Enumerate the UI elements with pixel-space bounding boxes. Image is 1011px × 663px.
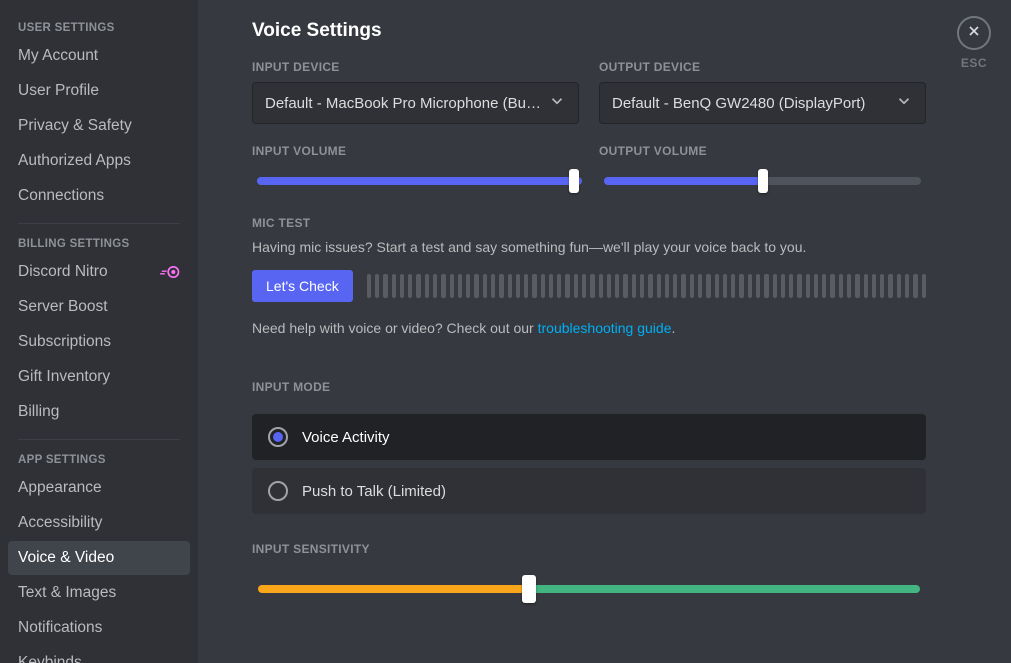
sidebar-item-label: Gift Inventory — [18, 367, 110, 387]
sidebar-section-header: BILLING SETTINGS — [8, 234, 190, 254]
sidebar-item-label: Notifications — [18, 618, 102, 638]
esc-label: ESC — [961, 56, 987, 70]
input-volume-slider[interactable] — [252, 166, 579, 196]
sidebar-item-privacy-safety[interactable]: Privacy & Safety — [8, 109, 190, 143]
mic-test-button[interactable]: Let's Check — [252, 270, 353, 302]
nitro-icon — [160, 265, 180, 279]
output-device-label: OUTPUT DEVICE — [599, 60, 926, 74]
input-device-label: INPUT DEVICE — [252, 60, 579, 74]
help-prefix: Need help with voice or video? Check out… — [252, 320, 538, 336]
sidebar-item-voice-video[interactable]: Voice & Video — [8, 541, 190, 575]
sidebar-item-my-account[interactable]: My Account — [8, 39, 190, 73]
sidebar-item-authorized-apps[interactable]: Authorized Apps — [8, 144, 190, 178]
input-volume-label: INPUT VOLUME — [252, 144, 579, 158]
help-suffix: . — [672, 320, 676, 336]
mic-test-label: MIC TEST — [252, 216, 926, 230]
sidebar-item-label: Appearance — [18, 478, 102, 498]
sidebar-item-label: Server Boost — [18, 297, 108, 317]
sidebar-item-user-profile[interactable]: User Profile — [8, 74, 190, 108]
input-mode-option-label: Push to Talk (Limited) — [302, 483, 446, 500]
settings-content: Voice Settings INPUT DEVICE Default - Ma… — [198, 0, 966, 663]
sidebar-item-label: User Profile — [18, 81, 99, 101]
sidebar-section-header: APP SETTINGS — [8, 450, 190, 470]
sidebar-item-label: Discord Nitro — [18, 262, 108, 282]
troubleshooting-link[interactable]: troubleshooting guide — [538, 320, 672, 336]
sidebar-item-label: My Account — [18, 46, 98, 66]
page-title: Voice Settings — [252, 20, 926, 42]
sidebar-item-server-boost[interactable]: Server Boost — [8, 290, 190, 324]
input-sensitivity-label: INPUT SENSITIVITY — [252, 542, 926, 556]
sidebar-item-label: Privacy & Safety — [18, 116, 132, 136]
sidebar-item-connections[interactable]: Connections — [8, 179, 190, 213]
sidebar-item-label: Subscriptions — [18, 332, 111, 352]
input-mode-group: Voice Activity Push to Talk (Limited) — [252, 414, 926, 514]
sidebar-separator — [18, 439, 180, 440]
troubleshoot-help: Need help with voice or video? Check out… — [252, 320, 926, 336]
sidebar-item-subscriptions[interactable]: Subscriptions — [8, 325, 190, 359]
close-icon — [966, 23, 982, 44]
sidebar-item-label: Billing — [18, 402, 59, 422]
sidebar-item-label: Voice & Video — [18, 548, 114, 568]
settings-content-wrap: Voice Settings INPUT DEVICE Default - Ma… — [198, 0, 1011, 663]
mic-test-description: Having mic issues? Start a test and say … — [252, 238, 926, 256]
input-mode-label: INPUT MODE — [252, 380, 926, 394]
sidebar-item-billing[interactable]: Billing — [8, 395, 190, 429]
close-button[interactable] — [957, 16, 991, 50]
chevron-down-icon — [548, 92, 566, 114]
sidebar-item-notifications[interactable]: Notifications — [8, 611, 190, 645]
input-mode-option-label: Voice Activity — [302, 429, 390, 446]
radio-icon — [268, 427, 288, 447]
mic-test-row: Let's Check — [252, 270, 926, 302]
input-sensitivity-slider[interactable] — [252, 574, 926, 604]
sidebar-item-label: Authorized Apps — [18, 151, 131, 171]
sidebar-item-appearance[interactable]: Appearance — [8, 471, 190, 505]
sidebar-section-header: USER SETTINGS — [8, 18, 190, 38]
output-volume-slider[interactable] — [599, 166, 926, 196]
sidebar-item-keybinds[interactable]: Keybinds — [8, 646, 190, 663]
device-row: INPUT DEVICE Default - MacBook Pro Micro… — [252, 60, 926, 124]
volume-row: INPUT VOLUME OUTPUT VOLUME — [252, 144, 926, 196]
sidebar-item-accessibility[interactable]: Accessibility — [8, 506, 190, 540]
chevron-down-icon — [895, 92, 913, 114]
input-mode-option-voice-activity[interactable]: Voice Activity — [252, 414, 926, 460]
radio-icon — [268, 481, 288, 501]
sidebar-item-gift-inventory[interactable]: Gift Inventory — [8, 360, 190, 394]
sidebar-item-discord-nitro[interactable]: Discord Nitro — [8, 255, 190, 289]
sidebar-item-label: Connections — [18, 186, 104, 206]
sidebar-item-text-images[interactable]: Text & Images — [8, 576, 190, 610]
sidebar-item-label: Accessibility — [18, 513, 102, 533]
close-column: ESC — [957, 16, 991, 70]
mic-test-meter — [367, 274, 926, 298]
output-device-select[interactable]: Default - BenQ GW2480 (DisplayPort) — [599, 82, 926, 124]
sidebar-item-label: Keybinds — [18, 653, 82, 663]
input-mode-option-push-to-talk-limited[interactable]: Push to Talk (Limited) — [252, 468, 926, 514]
output-device-value: Default - BenQ GW2480 (DisplayPort) — [612, 95, 889, 112]
sidebar-separator — [18, 223, 180, 224]
input-device-value: Default - MacBook Pro Microphone (Built-… — [265, 95, 542, 112]
settings-sidebar: USER SETTINGS My Account User Profile Priva… — [0, 0, 198, 663]
input-device-select[interactable]: Default - MacBook Pro Microphone (Built-… — [252, 82, 579, 124]
output-volume-label: OUTPUT VOLUME — [599, 144, 926, 158]
sidebar-item-label: Text & Images — [18, 583, 116, 603]
